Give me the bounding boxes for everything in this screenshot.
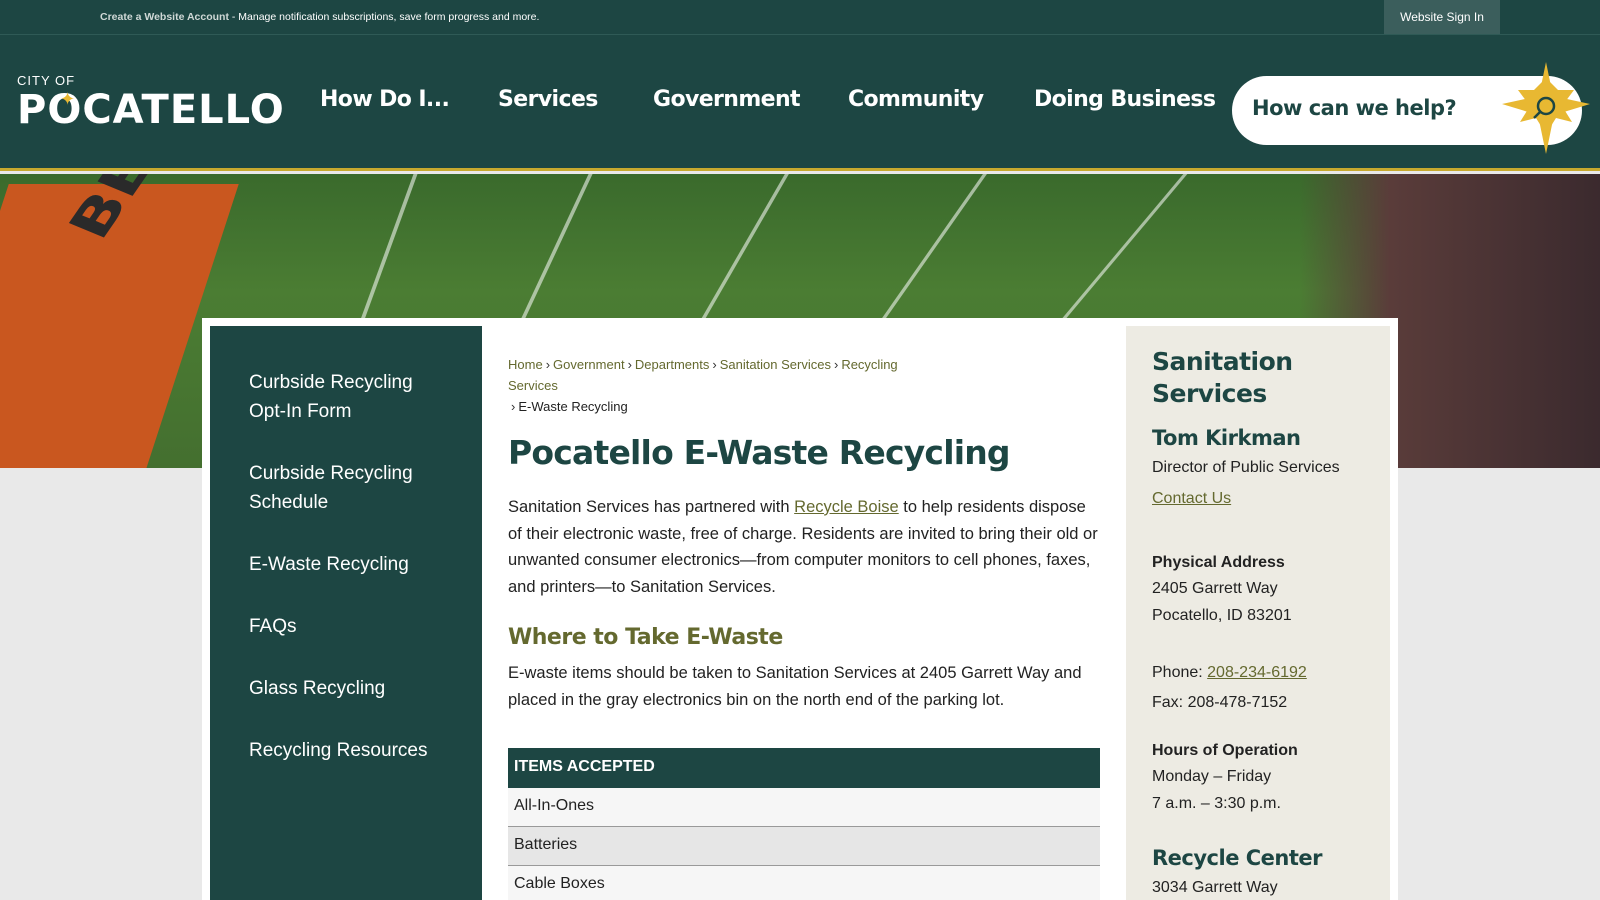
hours-days: Monday – Friday xyxy=(1152,768,1272,785)
contact-us-wrap: Contact Us xyxy=(1152,486,1231,512)
logo-star-icon: ✦ xyxy=(60,89,76,109)
address-label: Physical Address xyxy=(1152,554,1285,571)
recycle-boise-link[interactable]: Recycle Boise xyxy=(794,498,899,516)
recycle-center-address: 3034 Garrett Way xyxy=(1152,879,1278,896)
search-placeholder: How can we help? xyxy=(1252,96,1457,120)
sidebar-item-glass[interactable]: Glass Recycling xyxy=(249,674,449,703)
where-paragraph: E-waste items should be taken to Sanitat… xyxy=(508,664,1082,709)
fax-line: Fax: 208-478-7152 xyxy=(1152,694,1288,711)
table-row: Cable Boxes xyxy=(508,866,1100,900)
breadcrumb: Home › Government › Departments › Sanitation S… xyxy=(508,357,898,414)
breadcrumb-departments[interactable]: Departments xyxy=(635,357,709,372)
page-title: Pocatello E-Waste Recycling xyxy=(508,433,1011,472)
section-sidebar: Curbside Recycling Opt-In Form Curbside … xyxy=(210,326,482,900)
table-header: ITEMS ACCEPTED xyxy=(508,748,1100,788)
contact-title: Sanitation Services xyxy=(1152,347,1293,408)
sidebar-item-resources[interactable]: Recycling Resources xyxy=(249,736,449,765)
site-header: CITY OF POCATELLO ✦ How Do I... Services… xyxy=(0,35,1600,171)
sidebar-item-e-waste[interactable]: E-Waste Recycling xyxy=(249,550,449,579)
sidebar-item-curbside-schedule[interactable]: Curbside Recycling Schedule xyxy=(249,459,449,517)
table-row: Batteries xyxy=(508,827,1100,866)
recycle-center-heading: Recycle Center xyxy=(1152,846,1323,870)
nav-how-do-i[interactable]: How Do I... xyxy=(320,87,450,112)
items-accepted-table: ITEMS ACCEPTED All-In-Ones Batteries Cab… xyxy=(508,748,1100,900)
contact-us-link[interactable]: Contact Us xyxy=(1152,490,1231,507)
city-logo[interactable]: CITY OF POCATELLO ✦ xyxy=(17,73,284,135)
endzone-text: BENGALS xyxy=(56,174,309,247)
nav-services[interactable]: Services xyxy=(498,87,598,112)
logo-name-text: POCATELLO xyxy=(17,87,285,133)
address-line2: Pocatello, ID 83201 xyxy=(1152,607,1292,624)
sidebar-item-curbside-opt-in[interactable]: Curbside Recycling Opt-In Form xyxy=(249,368,449,426)
hours-time: 7 a.m. – 3:30 p.m. xyxy=(1152,795,1281,812)
contact-sidebar: Sanitation Services Tom Kirkman Director… xyxy=(1126,326,1390,900)
utility-bar: Create a Website Account - Manage notifi… xyxy=(0,0,1600,35)
intro-text-before: Sanitation Services has partnered with xyxy=(508,498,795,516)
nav-community[interactable]: Community xyxy=(848,87,984,112)
logo-city-text: CITY OF xyxy=(17,73,76,88)
phone-line: Phone: 208-234-6192 xyxy=(1152,660,1307,686)
breadcrumb-home[interactable]: Home xyxy=(508,357,543,372)
hours-label: Hours of Operation xyxy=(1152,742,1298,759)
intro-paragraph: Sanitation Services has partnered with R… xyxy=(508,494,1098,600)
breadcrumb-current: E-Waste Recycling xyxy=(518,399,628,414)
contact-person: Tom Kirkman xyxy=(1152,426,1301,450)
address-line1: 2405 Garrett Way xyxy=(1152,580,1278,597)
account-message-text: - Manage notification subscriptions, sav… xyxy=(228,11,540,23)
phone-label: Phone: xyxy=(1152,664,1208,681)
breadcrumb-sanitation[interactable]: Sanitation Services xyxy=(720,357,831,372)
sidebar-item-faqs[interactable]: FAQs xyxy=(249,612,449,641)
create-account-link[interactable]: Create a Website Account xyxy=(100,11,229,23)
search-icon[interactable] xyxy=(1498,60,1594,156)
breadcrumb-government[interactable]: Government xyxy=(553,357,625,372)
contact-role: Director of Public Services xyxy=(1152,459,1340,476)
where-heading: Where to Take E-Waste xyxy=(508,625,783,650)
website-sign-in-button[interactable]: Website Sign In xyxy=(1384,0,1500,34)
nav-government[interactable]: Government xyxy=(653,87,801,112)
account-message: Create a Website Account - Manage notifi… xyxy=(100,11,539,23)
nav-doing-business[interactable]: Doing Business xyxy=(1034,87,1216,112)
phone-link[interactable]: 208-234-6192 xyxy=(1207,664,1307,681)
table-row: All-In-Ones xyxy=(508,788,1100,827)
